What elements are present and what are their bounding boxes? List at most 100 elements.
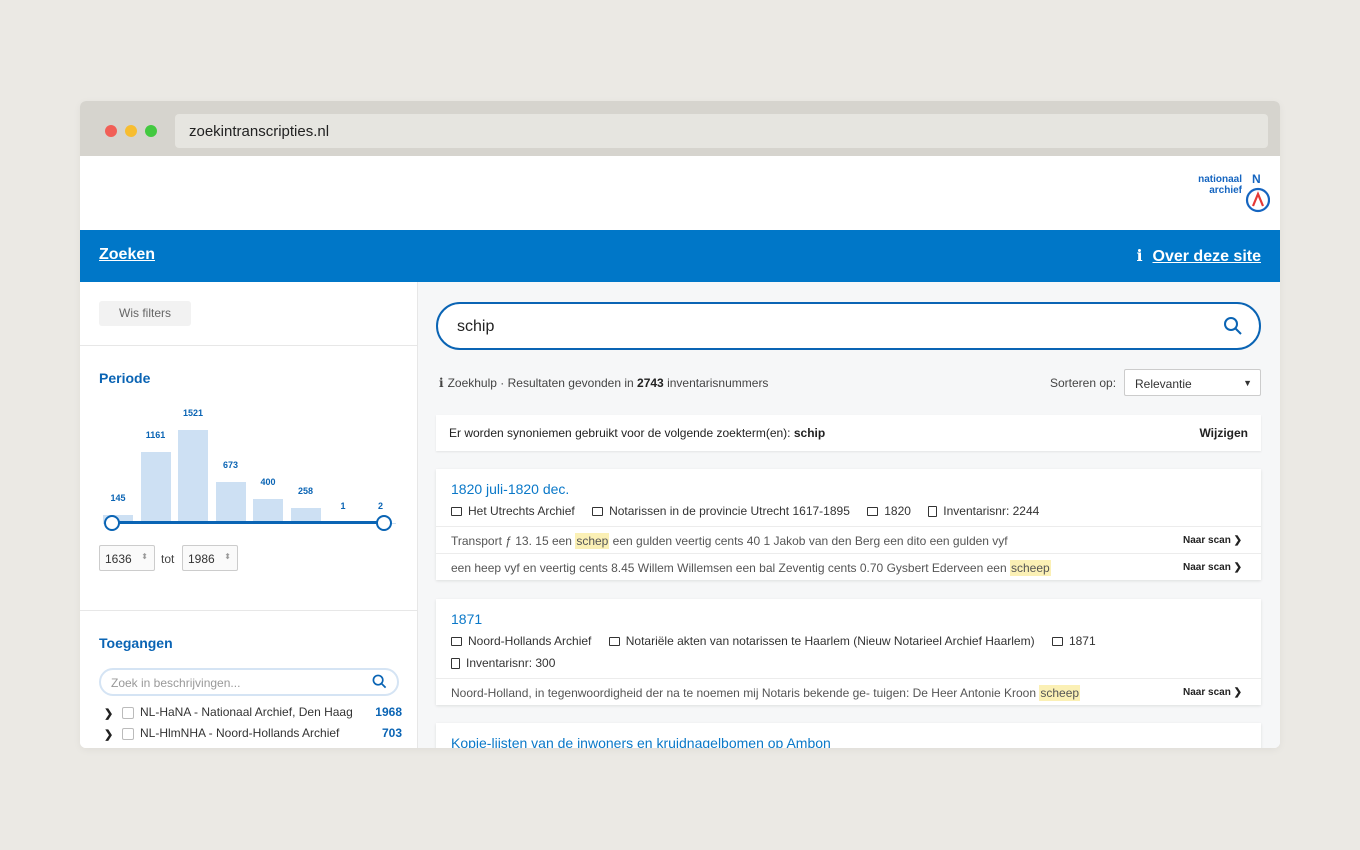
result-inventory: Inventarisnr: 300 [466,656,556,670]
year-from-input[interactable]: 1636 ⬍ [99,545,155,571]
change-synonyms-button[interactable]: Wijzigen [1199,426,1248,440]
result-meta: Noord-Hollands Archief Notariële akten v… [451,634,1110,648]
period-slider-track[interactable] [113,521,385,524]
calendar-icon [1051,637,1063,646]
histogram-bar-label: 145 [110,493,126,503]
histogram-bar-label: 400 [260,477,276,487]
nav-search-link[interactable]: Zoeken [99,246,155,264]
result-collection: Notariële akten van notarissen te Haarle… [625,634,1035,648]
results-count: 2743 [637,376,664,390]
info-icon: i [1136,246,1143,265]
chevron-right-icon: ❯ [1233,687,1242,698]
snippet-highlight: schep [575,533,610,549]
histogram-bar-label: 673 [222,460,239,470]
access-item[interactable]: ❯ NL-HaNA - Nationaal Archief, Den Haag … [104,705,402,723]
view-scan-link[interactable]: Naar scan ❯ [1183,535,1242,546]
access-item-count: 1968 [375,705,402,719]
chevron-right-icon: ❯ [1233,562,1242,573]
address-bar[interactable]: zoekintranscripties.nl [175,114,1268,148]
snippet-text: een gulden veertig cents 40 1 Jakob van … [609,534,1008,548]
histogram-bar[interactable] [178,430,208,524]
chevron-right-icon: ❯ [1233,535,1242,546]
result-archive: Noord-Hollands Archief [468,634,592,648]
result-card: 1871 Noord-Hollands Archief Notariële ak… [436,599,1261,705]
sort-select[interactable]: Relevantie ▼ [1124,369,1261,396]
site-header: nationaal archief N [80,156,1280,230]
stepper-icon[interactable]: ⬍ [141,552,148,561]
result-meta: Inventarisnr: 300 [451,656,569,670]
access-checkbox[interactable] [122,728,134,740]
access-checkbox[interactable] [122,707,134,719]
search-help-link[interactable]: Zoekhulp [448,376,497,390]
stepper-icon[interactable]: ⬍ [224,552,231,561]
view-scan-label: Naar scan [1183,535,1231,546]
main-nav: Zoeken i Over deze site [80,230,1280,282]
period-slider-start-handle[interactable] [104,515,120,531]
period-histogram: 145 1161 1521 673 400 258 1 2 [100,404,400,524]
histogram-bar-label: 1 [340,501,346,511]
calendar-icon [867,507,879,516]
period-slider-end-handle[interactable] [376,515,392,531]
snippet-text: een heep vyf en veertig cents 8.45 Wille… [451,561,1010,575]
folder-icon [451,637,462,646]
access-search-placeholder: Zoek in beschrijvingen... [111,676,241,690]
synonyms-text: Er worden synoniemen gebruikt voor de vo… [449,426,794,440]
result-snippet: een heep vyf en veertig cents 8.45 Wille… [436,553,1261,580]
result-snippet: Noord-Holland, in tegenwoordigheid der n… [436,678,1261,705]
caret-down-icon: ▼ [1243,378,1252,388]
access-item-name: NL-HlmNHA - Noord-Hollands Archief [140,726,340,740]
results-info-pre: · Resultaten gevonden in [496,376,638,390]
search-input[interactable]: schip [436,302,1261,350]
result-meta: Het Utrechts Archief Notarissen in de pr… [451,504,1053,518]
histogram-bar-label: 1161 [145,430,166,440]
view-scan-link[interactable]: Naar scan ❯ [1183,562,1242,573]
period-title: Periode [99,370,151,386]
browser-window: zoekintranscripties.nl nationaal archief… [80,101,1280,748]
result-title[interactable]: 1820 juli-1820 dec. [451,481,569,497]
histogram-bar[interactable] [215,482,246,524]
nav-about-link[interactable]: i Over deze site [1137,246,1262,266]
chevron-right-icon[interactable]: ❯ [104,707,113,720]
histogram-bar-label: 1521 [182,408,204,418]
result-year: 1820 [884,504,911,518]
document-icon [928,506,938,517]
info-icon: i [439,376,444,390]
result-title[interactable]: 1871 [451,611,482,627]
year-to-input[interactable]: 1986 ⬍ [182,545,238,571]
result-year: 1871 [1068,634,1096,648]
folder-icon [608,637,620,646]
search-query: schip [457,318,495,335]
result-snippet: Transport ƒ 13. 15 een schep een gulden … [436,526,1261,553]
search-icon[interactable] [372,674,387,689]
nationaal-archief-logo-icon[interactable]: N [1190,172,1270,214]
results-panel: schip i Zoekhulp · Resultaten gevonden in… [418,282,1280,748]
access-item-name: NL-HaNA - Nationaal Archief, Den Haag [140,705,353,719]
document-icon [451,658,460,669]
divider [80,345,418,346]
histogram-bar-label: 258 [297,486,314,496]
results-info: i Zoekhulp · Resultaten gevonden in 2743 … [439,376,768,390]
access-item[interactable]: ❯ NL-HlmNHA - Noord-Hollands Archief 703 [104,726,402,744]
access-item-count: 703 [381,726,402,740]
view-scan-label: Naar scan [1183,687,1231,698]
close-window-button[interactable] [105,125,117,137]
result-archive: Het Utrechts Archief [468,504,575,518]
clear-filters-button[interactable]: Wis filters [99,301,191,326]
folder-icon [451,507,462,516]
result-title[interactable]: Kopie-lijsten van de inwoners en kruidna… [451,735,831,748]
sort-value: Relevantie [1135,377,1192,391]
histogram-bar[interactable] [140,452,171,524]
snippet-highlight: scheep [1009,560,1051,576]
minimize-window-button[interactable] [125,125,137,137]
view-scan-link[interactable]: Naar scan ❯ [1183,687,1242,698]
nav-about-label: Over deze site [1152,248,1262,265]
search-icon[interactable] [1223,316,1243,336]
view-scan-label: Naar scan [1183,562,1231,573]
chevron-right-icon[interactable]: ❯ [104,728,113,741]
result-collection: Notarissen in de provincie Utrecht 1617-… [609,504,850,518]
logo-mark: N [1252,172,1261,186]
access-search-input[interactable]: Zoek in beschrijvingen... [99,668,399,696]
folder-icon [592,507,604,516]
maximize-window-button[interactable] [145,125,157,137]
filter-sidebar: Wis filters Periode 145 1161 1521 673 400 258… [80,282,418,748]
